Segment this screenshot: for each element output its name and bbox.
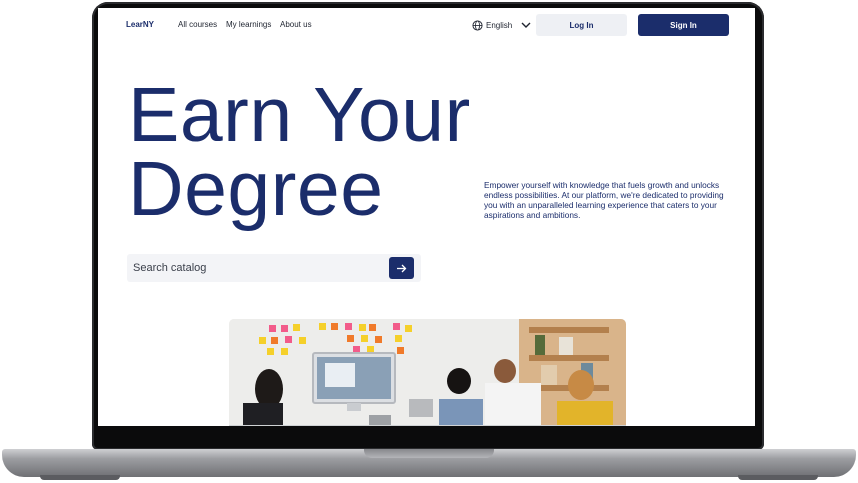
signin-button[interactable]: Sign In [638, 14, 729, 36]
laptop-notch [364, 449, 494, 458]
globe-icon [472, 19, 483, 31]
nav-link-about-us[interactable]: About us [280, 20, 312, 29]
hero-description: Empower yourself with knowledge that fue… [484, 180, 724, 220]
meeting-photo-illustration [229, 319, 626, 426]
language-selector[interactable]: English [472, 18, 533, 32]
language-label: English [486, 20, 513, 30]
nav-link-all-courses[interactable]: All courses [178, 20, 217, 29]
laptop-screen: LearNY All courses My learnings About us… [98, 8, 755, 426]
search-bar [127, 254, 421, 282]
login-button[interactable]: Log In [536, 14, 627, 36]
nav-link-my-learnings[interactable]: My learnings [226, 20, 271, 29]
hero-image [229, 319, 626, 426]
top-navigation: LearNY All courses My learnings About us… [98, 8, 755, 43]
search-input[interactable] [133, 260, 373, 276]
chevron-down-icon [521, 22, 531, 28]
laptop-foot-right [738, 475, 818, 480]
hero-title-line-2: Degree [128, 146, 384, 232]
brand-logo[interactable]: LearNY [126, 20, 154, 29]
search-submit-button[interactable] [389, 257, 414, 279]
laptop-foot-left [40, 475, 120, 480]
hero-title: Earn Your Degree [128, 77, 471, 228]
arrow-right-icon [397, 264, 407, 272]
